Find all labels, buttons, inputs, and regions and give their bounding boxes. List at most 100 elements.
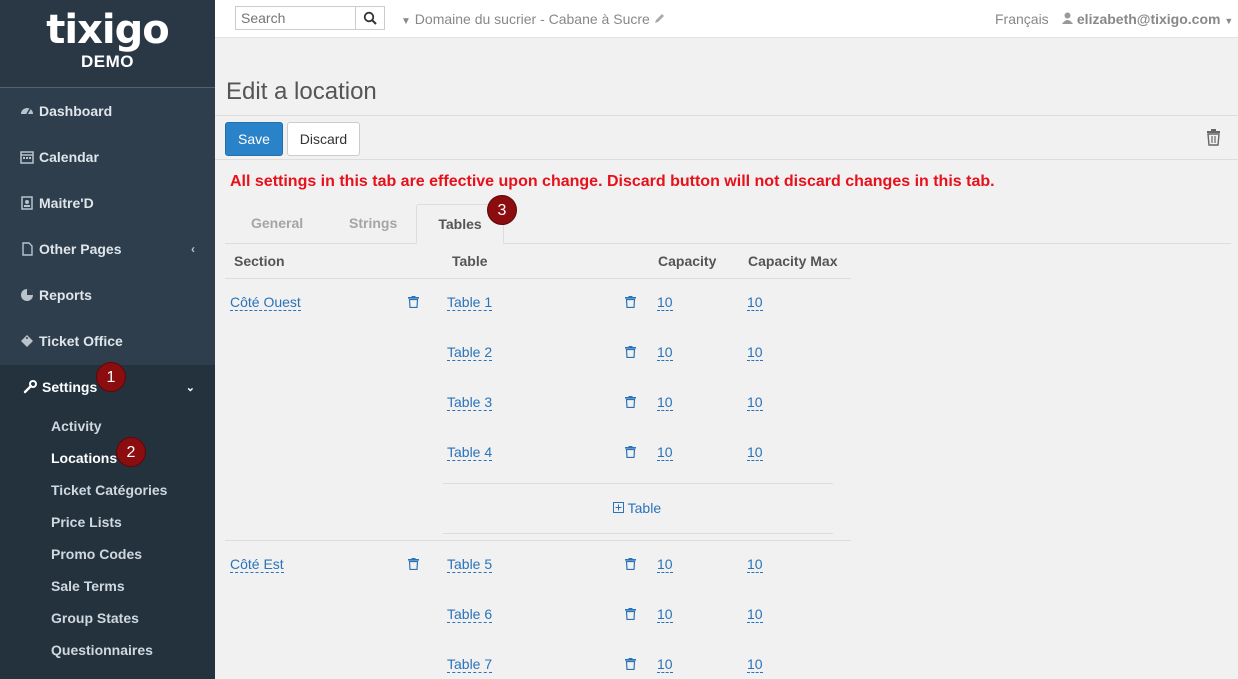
trash-icon[interactable] (625, 396, 636, 408)
add-table-label: Table (627, 500, 662, 516)
plus-square-icon (613, 502, 624, 513)
caret-down-icon: ▼ (401, 16, 411, 27)
table-capacity-max[interactable]: 10 (747, 607, 763, 623)
sidebar-item-ticket-office[interactable]: Ticket Office (0, 318, 215, 364)
trash-icon[interactable] (625, 446, 636, 458)
trash-icon[interactable] (408, 296, 419, 308)
sidebar-item-label: Other Pages (39, 241, 122, 257)
table-capacity[interactable]: 10 (657, 395, 673, 411)
sidebar-subitem-questionnaires[interactable]: Questionnaires (51, 642, 153, 658)
table-name[interactable]: Table 6 (447, 607, 493, 623)
pencil-icon[interactable] (654, 12, 666, 24)
language-selector[interactable]: Français (995, 11, 1049, 27)
trash-icon[interactable] (625, 346, 636, 358)
table-capacity[interactable]: 10 (657, 607, 673, 623)
sidebar-item-label: Calendar (39, 149, 99, 165)
search-icon (363, 11, 377, 25)
brand: tixigo DEMO (0, 0, 215, 88)
search-button[interactable] (355, 6, 385, 30)
trash-icon[interactable] (625, 558, 636, 570)
trash-icon[interactable] (1206, 129, 1221, 146)
sidebar-subitem-price-lists[interactable]: Price Lists (51, 514, 122, 530)
table-name[interactable]: Table 5 (447, 557, 493, 573)
discard-button[interactable]: Discard (287, 122, 360, 156)
sidebar-item-label: Reports (39, 287, 92, 303)
wrench-icon (23, 380, 37, 394)
search-input[interactable] (235, 6, 355, 30)
table-capacity-max[interactable]: 10 (747, 345, 763, 361)
sidebar-subitem-locations[interactable]: Locations (51, 450, 117, 466)
row-divider (443, 483, 833, 484)
tab-strings[interactable]: Strings (349, 215, 397, 231)
trash-icon[interactable] (625, 296, 636, 308)
table-capacity-max[interactable]: 10 (747, 557, 763, 573)
sidebar-subitem-group-states[interactable]: Group States (51, 610, 139, 626)
organization-name: Domaine du sucrier - Cabane à Sucre (414, 11, 650, 27)
caret-down-icon: ▼ (1224, 16, 1234, 26)
sidebar-subitem-ticket-categories[interactable]: Ticket Catégories (51, 482, 167, 498)
ticket-icon (21, 335, 33, 347)
table-name[interactable]: Table 2 (447, 345, 493, 361)
table-capacity-max[interactable]: 10 (747, 445, 763, 461)
table-name[interactable]: Table 4 (447, 445, 493, 461)
sidebar-subitem-promo-codes[interactable]: Promo Codes (51, 546, 142, 562)
section-divider (225, 540, 851, 541)
file-icon (22, 242, 33, 256)
sidebar-item-reports[interactable]: Reports (0, 272, 215, 318)
step-badge-3: 3 (487, 195, 517, 225)
dashboard-icon (21, 108, 33, 115)
table-capacity[interactable]: 10 (657, 657, 673, 673)
table-capacity[interactable]: 10 (657, 557, 673, 573)
calendar-icon (20, 151, 34, 164)
table-capacity[interactable]: 10 (657, 445, 673, 461)
column-header-section: Section (234, 253, 285, 269)
maitred-icon (21, 196, 33, 210)
toolbar: Save Discard (215, 115, 1238, 160)
sidebar-item-calendar[interactable]: Calendar (0, 134, 215, 180)
save-button[interactable]: Save (225, 122, 283, 156)
chevron-down-icon: ⌄ (185, 381, 195, 394)
table-capacity-max[interactable]: 10 (747, 395, 763, 411)
sidebar-item-label: Settings (42, 379, 98, 395)
table-name[interactable]: Table 1 (447, 295, 493, 311)
table-capacity[interactable]: 10 (657, 345, 673, 361)
section-name[interactable]: Côté Ouest (230, 295, 301, 311)
user-icon (1062, 12, 1073, 24)
chevron-left-icon: ‹ (191, 242, 195, 256)
tabs-divider (225, 243, 1231, 244)
pie-chart-icon (21, 289, 33, 301)
row-divider (443, 533, 833, 534)
table-name[interactable]: Table 3 (447, 395, 493, 411)
table-capacity-max[interactable]: 10 (747, 657, 763, 673)
page-title: Edit a location (226, 78, 377, 105)
brand-logo[interactable]: tixigo (0, 8, 215, 52)
add-table-button[interactable]: Table (613, 500, 661, 516)
trash-icon[interactable] (625, 608, 636, 620)
user-email: elizabeth@tixigo.com (1076, 11, 1221, 27)
table-capacity-max[interactable]: 10 (747, 295, 763, 311)
sidebar-item-maitred[interactable]: Maitre'D (0, 180, 215, 226)
top-bar: ▼ Domaine du sucrier - Cabane à Sucre Fr… (215, 0, 1238, 38)
trash-icon[interactable] (408, 558, 419, 570)
warning-message: All settings in this tab are effective u… (230, 173, 995, 190)
brand-subtitle: DEMO (81, 52, 134, 71)
step-badge-1: 1 (96, 362, 126, 392)
table-capacity[interactable]: 10 (657, 295, 673, 311)
header-divider (225, 278, 851, 279)
sidebar-item-label: Maitre'D (39, 195, 94, 211)
user-menu[interactable]: elizabeth@tixigo.com ▼ (1062, 11, 1233, 27)
sidebar-item-other-pages[interactable]: Other Pages ‹ (0, 226, 215, 272)
sidebar-subitem-activity[interactable]: Activity (51, 418, 102, 434)
sidebar-item-label: Dashboard (39, 103, 113, 119)
sidebar-subitem-sale-terms[interactable]: Sale Terms (51, 578, 125, 594)
column-header-table: Table (452, 253, 488, 269)
organization-selector[interactable]: ▼ Domaine du sucrier - Cabane à Sucre (401, 11, 666, 27)
column-header-capacity-max: Capacity Max (748, 253, 838, 269)
sidebar-item-dashboard[interactable]: Dashboard (0, 88, 215, 134)
trash-icon[interactable] (625, 658, 636, 670)
sidebar-item-label: Ticket Office (39, 333, 123, 349)
column-header-capacity: Capacity (658, 253, 717, 269)
tab-general[interactable]: General (251, 215, 303, 231)
table-name[interactable]: Table 7 (447, 657, 493, 673)
section-name[interactable]: Côté Est (230, 557, 284, 573)
